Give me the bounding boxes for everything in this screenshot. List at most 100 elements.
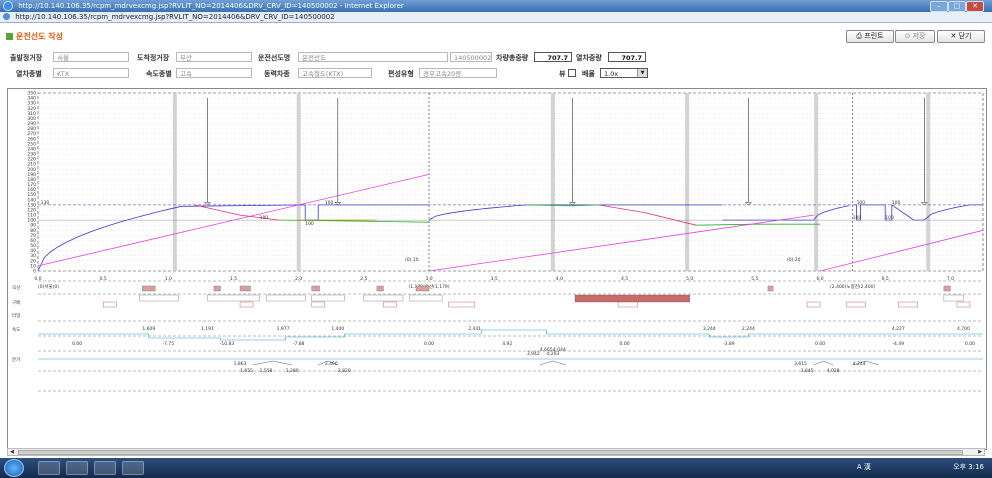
print-button[interactable]: ⎙ 프린트	[846, 30, 894, 43]
curve-point-label: 2,441	[468, 326, 481, 332]
tunnel-box	[898, 301, 919, 308]
restriction-arrow-head	[744, 202, 753, 206]
minimize-button[interactable]: –	[930, 1, 948, 12]
gradient-box	[415, 285, 430, 292]
departure-label: 출발정거장	[10, 54, 43, 62]
train-type-label: 열차종별	[16, 70, 42, 78]
section-band	[296, 93, 301, 271]
speed-value-label: -7.75	[163, 341, 175, 347]
curve-point-label: 4,227	[892, 326, 905, 332]
turnout-glyph	[253, 360, 293, 366]
y-tick-label: 30	[30, 253, 36, 259]
speed-value-label: -7.88	[293, 341, 305, 347]
station-label: (0)서울(0)	[38, 283, 59, 290]
gradient-pattern-box	[943, 294, 964, 302]
track-row-label: 구배	[12, 299, 20, 306]
page-icon	[3, 13, 10, 20]
branch-label: 1,558	[260, 368, 273, 374]
speed-type-field[interactable]: 고속	[176, 68, 252, 78]
internet-explorer-icon	[3, 1, 13, 11]
speed-limit-label: 100	[857, 200, 866, 206]
series-line-speed-2	[428, 204, 723, 221]
speed-limit-label: 100	[892, 200, 901, 206]
section-band	[172, 93, 177, 271]
view-label: 뷰	[559, 70, 566, 78]
power-car-field[interactable]: 고속철도(KTX)	[298, 68, 372, 78]
gradient-pattern-box	[409, 294, 443, 302]
track-row-label: 속도	[12, 326, 20, 333]
scroll-left-icon[interactable]: ◀	[8, 449, 16, 455]
series-line-speed-5	[924, 204, 983, 221]
gradient-box	[142, 285, 156, 292]
tunnel-box	[102, 301, 117, 308]
branch-label: 3,615	[794, 361, 807, 367]
station-marker-label: (0) 10	[405, 257, 419, 263]
train-type-field[interactable]: KTX	[53, 68, 129, 78]
address-url: http://10.140.106.35/rcpm_mdrvexcmg.jsp?…	[15, 13, 335, 21]
gradient-box	[213, 285, 221, 292]
curve-name-label: 운전선도명	[258, 54, 291, 62]
restriction-arrow-head	[203, 202, 212, 206]
save-icon: ⊙	[904, 32, 913, 40]
taskbar: A 漢 오후 3:16	[0, 458, 992, 478]
gradient-box	[239, 285, 251, 292]
turnout-glyph	[813, 360, 834, 366]
zoom-select[interactable]: 1.0x ▼	[600, 68, 648, 78]
close-button[interactable]: ✕ 닫기	[937, 30, 985, 43]
turnout-glyph	[539, 360, 566, 366]
zoom-label: 배율	[582, 70, 595, 78]
speed-value-label: 0.00	[72, 341, 82, 347]
clock[interactable]: 오후 3:16	[953, 463, 984, 471]
branch-label: 3,942	[527, 351, 540, 357]
track-row-label: 분기	[12, 356, 20, 363]
branch-label: 2,820	[338, 368, 351, 374]
formation-field[interactable]: 경부고속20량	[419, 68, 497, 78]
arrival-label: 도착정거장	[137, 54, 170, 62]
tunnel-box	[383, 301, 397, 308]
taskbar-explorer-icon[interactable]	[38, 461, 60, 475]
speed-value-label: -4.49	[892, 341, 904, 347]
start-button[interactable]	[4, 459, 24, 477]
speed-limit-label: 100	[260, 215, 269, 221]
scroll-right-icon[interactable]: ▶	[976, 449, 984, 455]
horizontal-scrollbar[interactable]: ◀ ▶	[7, 448, 985, 456]
save-button[interactable]: ⊙ 저장	[895, 30, 935, 43]
branch-label: 4,028	[827, 368, 840, 374]
speed-limit-label: 100	[853, 215, 862, 221]
branch-label: 1,655	[240, 368, 253, 374]
gradient-pattern-box	[207, 294, 260, 302]
page-title: 운전선도 작성	[6, 31, 63, 42]
tunnel-box	[956, 301, 971, 308]
gradient-box	[767, 285, 774, 292]
gradient-box	[311, 285, 320, 292]
view-checkbox[interactable]	[568, 69, 576, 77]
close-icon: ✕	[950, 32, 959, 40]
train-weight-label: 열차중량	[576, 54, 602, 62]
close-window-button[interactable]: ✕	[966, 1, 984, 12]
taskbar-app-icon[interactable]	[94, 461, 116, 475]
arrival-field[interactable]: 부산	[176, 52, 252, 62]
branch-label: 4,203	[546, 351, 559, 357]
departure-field[interactable]: 서울	[53, 52, 129, 62]
scrollbar-thumb[interactable]	[18, 450, 963, 455]
curve-id-field: 140500002	[450, 52, 492, 62]
track-row-label: 곡선	[12, 284, 20, 291]
section-band	[814, 93, 819, 271]
y-tick-label: 50	[30, 243, 36, 249]
vehicle-weight-field[interactable]: 707.7	[534, 52, 572, 62]
speed-value-label: 0.00	[815, 341, 825, 347]
ime-indicator[interactable]: A 漢	[857, 463, 871, 471]
plot-frame	[37, 92, 984, 272]
speed-value-label: -10.83	[220, 341, 235, 347]
curve-point-label: 4,700	[957, 326, 970, 332]
gradient-highlight-box	[574, 294, 690, 303]
taskbar-ie-icon[interactable]	[66, 461, 88, 475]
speed-limit-label: 100	[305, 221, 314, 227]
train-weight-field[interactable]: 707.7	[608, 52, 646, 62]
maximize-button[interactable]: □	[948, 1, 966, 12]
curve-name-field[interactable]: 운전선도	[298, 52, 448, 62]
branch-label: 3,845	[801, 368, 814, 374]
address-bar[interactable]: http://10.140.106.35/rcpm_mdrvexcmg.jsp?…	[0, 12, 992, 23]
gradient-pattern-box	[363, 294, 404, 302]
taskbar-window-icon[interactable]	[122, 461, 144, 475]
